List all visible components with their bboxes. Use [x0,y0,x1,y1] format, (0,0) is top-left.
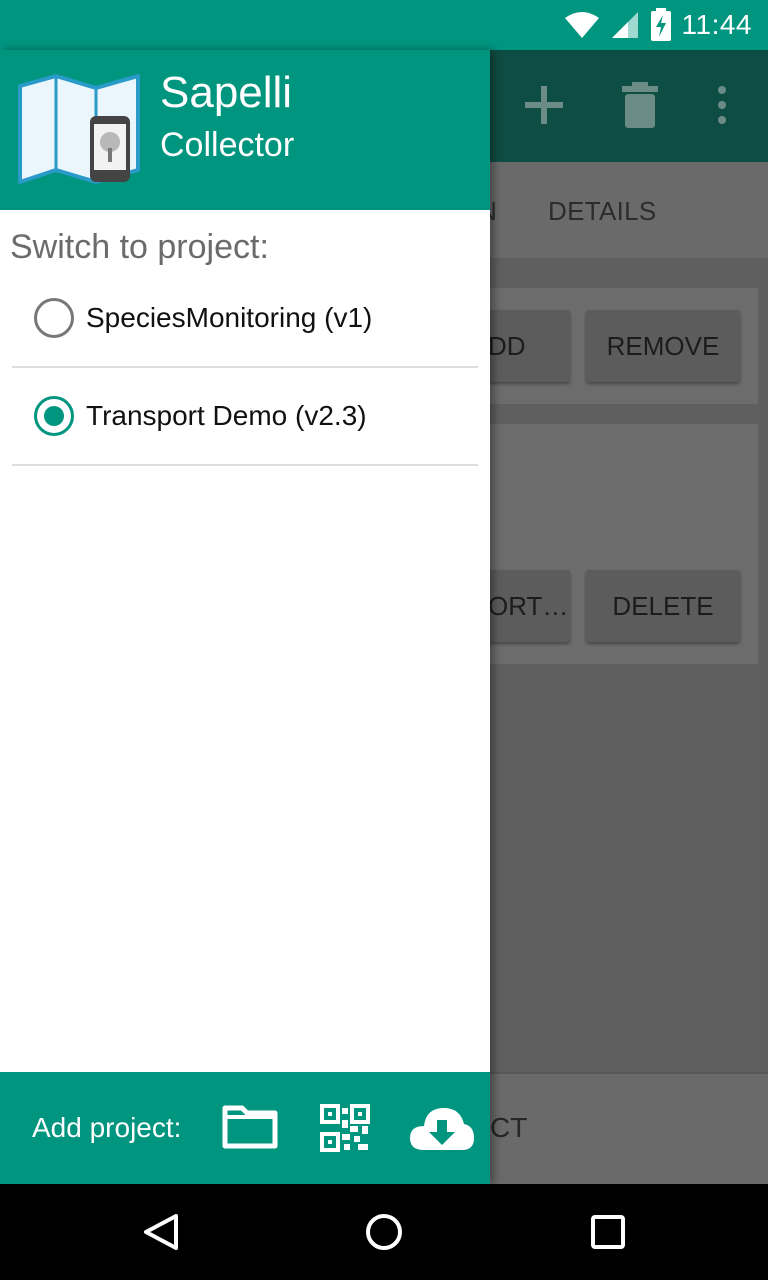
home-icon[interactable] [364,1212,404,1252]
battery-charging-icon [650,8,671,41]
system-navigation-bar [0,1184,768,1280]
switch-project-label: Switch to project: [10,228,269,266]
recents-icon[interactable] [590,1214,626,1250]
folder-icon[interactable] [222,1102,278,1150]
project-label: SpeciesMonitoring (v1) [86,302,373,333]
add-icon [525,86,563,124]
delete-icon [622,82,658,128]
app-title: Sapelli [160,68,293,117]
background-remove-button: REMOVE [586,310,740,382]
navigation-drawer: Sapelli Collector Switch to project: Spe… [0,50,490,1184]
background-add-button: DD [476,310,570,382]
background-card-1: DD REMOVE [476,288,758,404]
wifi-icon [564,12,599,38]
drawer-footer: Add project: [0,1072,490,1184]
signal-icon [611,12,638,38]
status-icons: 11:44 [564,0,753,50]
background-tab-details: DETAILS [548,196,657,226]
project-item-transport-demo[interactable]: Transport Demo (v2.3) [12,368,478,466]
background-card-2: ORT… DELETE [476,424,758,664]
overflow-menu-icon [718,86,726,124]
status-time: 11:44 [681,9,752,40]
qr-code-icon[interactable] [320,1104,370,1152]
radio-unchecked-icon[interactable] [34,298,74,338]
background-delete-button: DELETE [586,570,740,642]
cloud-download-icon[interactable] [408,1104,476,1152]
background-bottom-text: CT [490,1112,528,1143]
radio-checked-icon[interactable] [34,396,74,436]
back-icon[interactable] [142,1212,180,1252]
background-export-button: ORT… [476,570,570,642]
status-bar: 11:44 [0,0,768,50]
project-item-speciesmonitoring[interactable]: SpeciesMonitoring (v1) [12,270,478,368]
app-subtitle: Collector [160,126,295,164]
project-label: Transport Demo (v2.3) [86,400,367,431]
sapelli-logo-icon [18,74,140,184]
add-project-label: Add project: [32,1112,182,1143]
drawer-header: Sapelli Collector [0,50,490,210]
